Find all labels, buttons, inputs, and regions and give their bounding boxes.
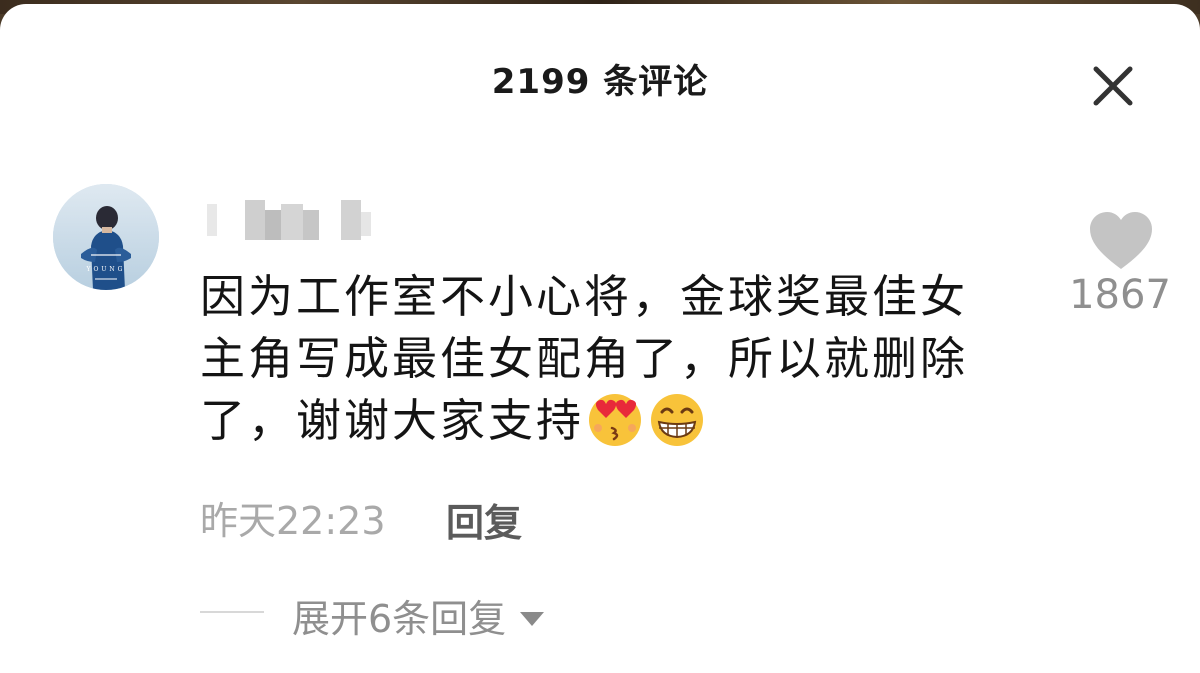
comment-text: 因为工作室不小心将，金球奖最佳女 主角写成最佳女配角了，所以就删除 了，谢谢大家… (200, 266, 1030, 452)
reply-button[interactable]: 回复 (446, 492, 522, 547)
comment-line-3: 了，谢谢大家支持 (200, 390, 1030, 452)
heart-eyes-kiss-emoji (589, 394, 642, 446)
expand-replies-label: 展开6条回复 (292, 597, 507, 641)
heart-icon (1090, 212, 1152, 269)
grin-emoji (651, 394, 704, 446)
comments-title: 2199 条评论 (491, 62, 709, 102)
comment-line-2: 主角写成最佳女配角了，所以就删除 (200, 332, 969, 385)
like-button[interactable] (1088, 211, 1154, 271)
username-redacted[interactable] (205, 196, 375, 244)
expand-divider (200, 611, 264, 613)
close-icon (1093, 66, 1133, 106)
like-count: 1867 (1069, 272, 1171, 318)
avatar[interactable]: YOUNG (53, 184, 159, 290)
triangle-down-icon (520, 612, 545, 626)
comment-time: 昨天22:23 (200, 499, 386, 543)
avatar-caption: YOUNG (86, 266, 126, 273)
comments-sheet: 2199 条评论 YOUNG 因为工作室不小心将，金球奖最佳女 主角写成最佳女配… (0, 4, 1200, 673)
comment-line-3-text: 了，谢谢大家支持 (200, 394, 585, 447)
close-button[interactable] (1088, 61, 1138, 111)
comment-line-1: 因为工作室不小心将，金球奖最佳女 (200, 270, 969, 323)
expand-replies-button[interactable]: 展开6条回复 (292, 588, 545, 643)
